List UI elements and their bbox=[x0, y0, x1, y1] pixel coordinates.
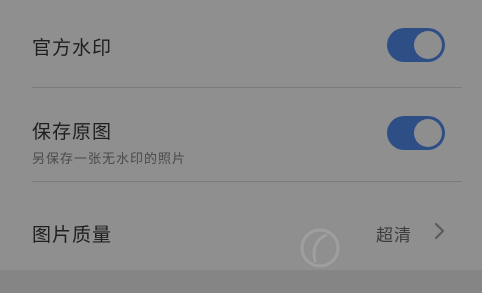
setting-title: 图片质量 bbox=[32, 224, 113, 246]
save-original-toggle[interactable] bbox=[387, 116, 445, 150]
watermark-logo bbox=[300, 228, 340, 268]
image-quality-value: 超清 bbox=[376, 226, 412, 246]
toggle-knob bbox=[414, 119, 442, 147]
official-watermark-toggle[interactable] bbox=[387, 28, 445, 62]
toggle-knob bbox=[414, 31, 442, 59]
setting-subtitle: 另保存一张无水印的照片 bbox=[32, 152, 187, 167]
setting-title: 官方水印 bbox=[32, 37, 113, 59]
bottom-band bbox=[0, 270, 482, 293]
setting-row-image-quality[interactable]: 图片质量 超清 bbox=[0, 180, 482, 270]
chevron-right-icon[interactable] bbox=[430, 222, 448, 240]
setting-row-save-original[interactable]: 保存原图 另保存一张无水印的照片 bbox=[0, 88, 482, 180]
setting-row-official-watermark[interactable]: 官方水印 bbox=[0, 0, 482, 88]
watermark-text bbox=[344, 232, 353, 260]
settings-panel: 官方水印 保存原图 另保存一张无水印的照片 图片质量 超清 bbox=[0, 0, 482, 270]
setting-title: 保存原图 bbox=[32, 121, 113, 143]
